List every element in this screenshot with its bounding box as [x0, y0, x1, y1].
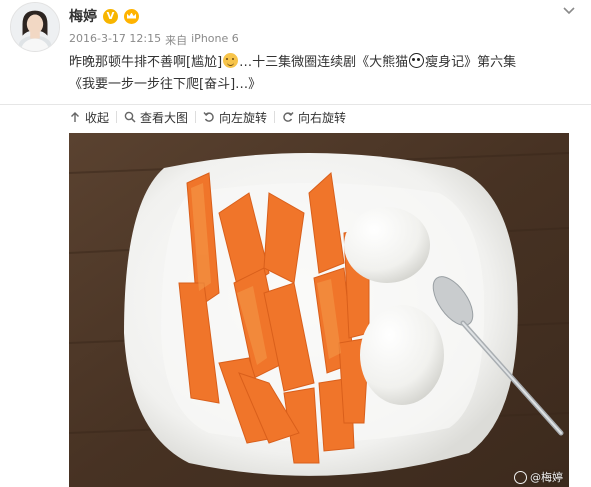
avatar-photo — [11, 3, 59, 51]
divider — [0, 104, 591, 105]
post-text-part: 《我要一步一步往下爬[奋斗]…》 — [69, 77, 262, 92]
weibo-logo-icon — [514, 470, 527, 484]
crown-icon[interactable] — [124, 8, 139, 24]
collapse-label: 收起 — [85, 110, 110, 125]
awkward-emoji-icon — [223, 53, 239, 68]
source-label: 来自 — [165, 34, 188, 47]
chevron-down-icon[interactable] — [561, 2, 577, 18]
avatar[interactable] — [10, 2, 60, 52]
source-device: iPhone 6 — [191, 32, 239, 45]
rotate-left-icon — [203, 112, 214, 122]
post-timestamp[interactable]: 2016-3-17 12:15 — [69, 32, 161, 48]
post-text-part: 瘦身记》第六集 — [425, 55, 517, 70]
post-text-part: 昨晚那顿牛排不善啊[尴尬] — [69, 55, 223, 70]
view-large-label: 查看大图 — [140, 110, 189, 125]
rotate-left-label: 向左旋转 — [219, 110, 268, 125]
search-icon — [124, 111, 136, 123]
author-row: 梅婷 V — [69, 6, 139, 26]
rotate-right-button[interactable]: 向右旋转 — [275, 109, 353, 126]
arrow-up-icon — [71, 112, 79, 122]
food-photo — [69, 133, 569, 487]
verified-icon[interactable]: V — [103, 8, 118, 24]
username[interactable]: 梅婷 — [69, 6, 97, 26]
post-text: 昨晚那顿牛排不善啊[尴尬] …十三集微圈连续剧《大熊猫 瘦身记》第六集 《我要一步一… — [69, 52, 579, 96]
view-large-button[interactable]: 查看大图 — [117, 109, 195, 126]
post-text-part: …十三集微圈连续剧《大熊猫 — [239, 55, 409, 70]
image-watermark: @梅婷 — [514, 469, 563, 485]
rotate-right-icon — [283, 112, 294, 122]
collapse-button[interactable]: 收起 — [69, 109, 116, 126]
panda-emoji-icon — [409, 53, 425, 68]
post-image[interactable]: @梅婷 — [69, 133, 569, 487]
watermark-text: @梅婷 — [530, 471, 563, 484]
rotate-left-button[interactable]: 向左旋转 — [196, 109, 274, 126]
post-meta: 2016-3-17 12:15 来自 iPhone 6 — [69, 32, 239, 48]
rotate-right-label: 向右旋转 — [298, 110, 347, 125]
image-toolbar: 收起 查看大图 向左旋转 向右旋转 — [69, 106, 353, 128]
weibo-post: 梅婷 V 2016-3-17 12:15 来自 iPhone 6 昨晚那顿牛排不… — [0, 0, 591, 487]
